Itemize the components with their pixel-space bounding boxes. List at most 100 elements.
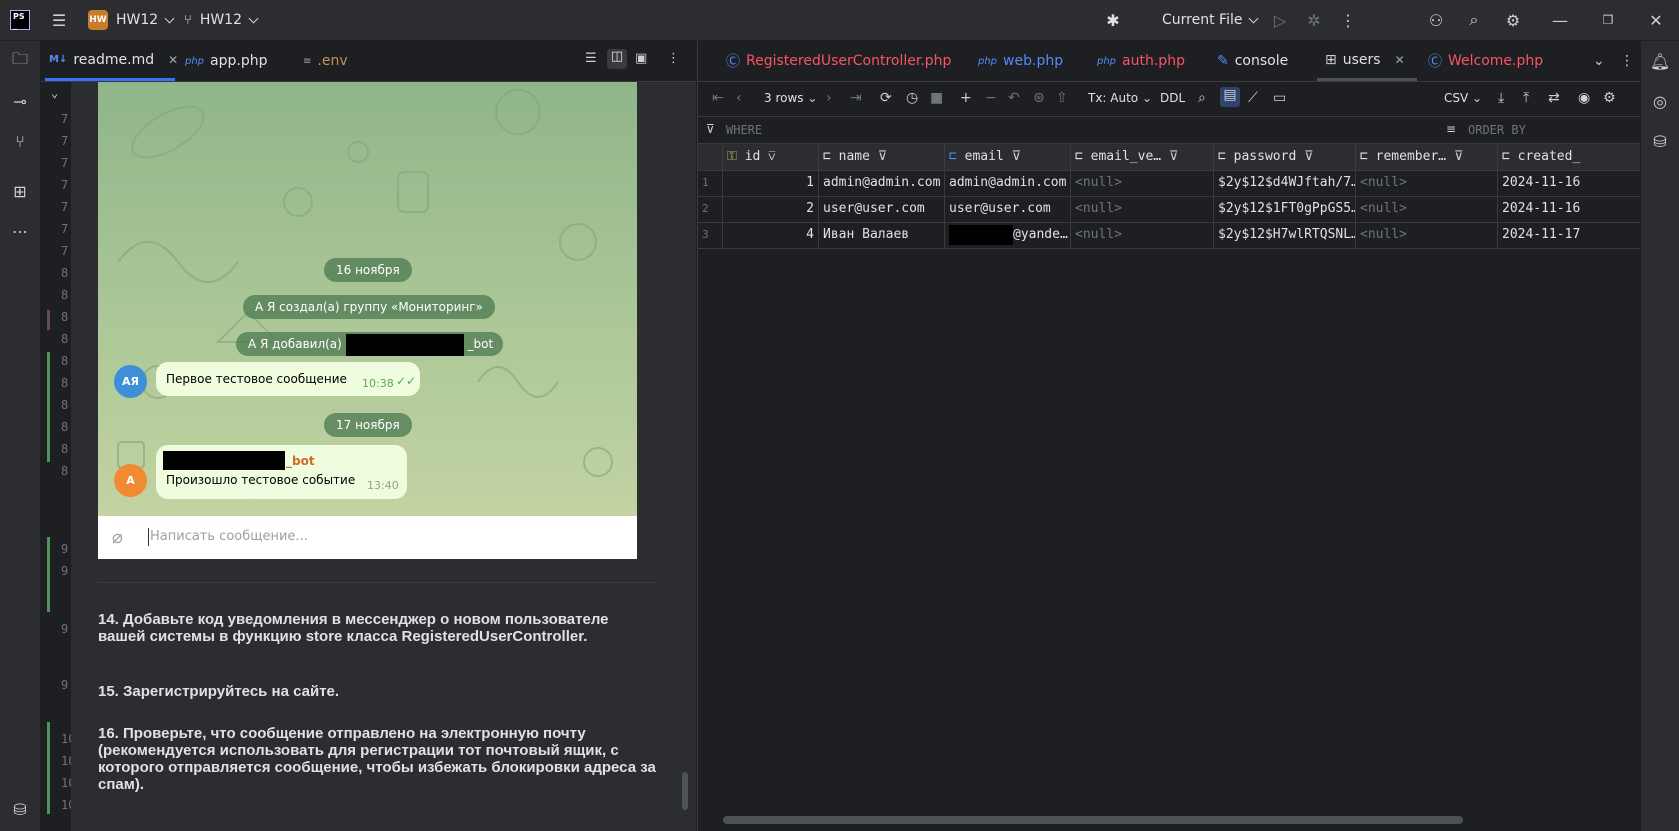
notifications-bell-icon[interactable]: 🔔︎ [1648, 49, 1672, 73]
cell-remember[interactable]: <null> [1356, 196, 1498, 222]
cell-email-verified[interactable]: <null> [1071, 196, 1214, 222]
cell-name[interactable]: user@user.com [819, 196, 945, 222]
avatar[interactable]: А [114, 464, 147, 497]
next-page-icon[interactable]: › [826, 90, 832, 106]
column-header-created[interactable]: ⊏ created_ [1498, 144, 1640, 170]
horizontal-scrollbar[interactable] [723, 816, 1463, 824]
cell-id[interactable]: 1 [723, 170, 819, 196]
editor-only-icon[interactable]: ☰ [585, 51, 597, 66]
tab-auth-php[interactable]: php auth.php [1097, 41, 1185, 81]
table-row[interactable]: 1 1 admin@admin.com admin@admin.com <nul… [698, 170, 1640, 197]
filter-icon[interactable]: ⊽ [1012, 149, 1022, 164]
cell-remember[interactable]: <null> [1356, 222, 1498, 248]
message-bubble[interactable]: Первое тестовое сообщение 10:38 ✓✓ [156, 362, 420, 396]
column-header-email-verified[interactable]: ⊏ email_ve… ⊽ [1071, 144, 1214, 170]
column-header-password[interactable]: ⊏ password ⊽ [1214, 144, 1356, 170]
column-header-email[interactable]: ⊏ email ⊽ [945, 144, 1071, 170]
remove-row-icon[interactable]: − [985, 90, 997, 106]
cell-created[interactable]: 2024-11-17 [1498, 222, 1640, 248]
database-icon[interactable]: ⛁ [1648, 129, 1672, 153]
cell-name[interactable]: admin@admin.com [819, 170, 945, 196]
ddl-button[interactable]: DDL [1160, 91, 1185, 105]
split-view-icon[interactable]: ◫ [607, 49, 627, 69]
restore-icon[interactable]: ❐ [1596, 8, 1620, 32]
order-by-input[interactable]: ORDER BY [1468, 123, 1526, 137]
last-page-icon[interactable]: ⇥ [850, 90, 862, 106]
close-tab-icon[interactable]: ✕ [1395, 53, 1405, 67]
avatar[interactable]: АЯ [114, 365, 147, 398]
search-icon[interactable]: ⌕ [1198, 90, 1206, 106]
branch-selector[interactable]: ⑂ HW12 [184, 0, 259, 40]
more-tools-icon[interactable]: ⋯ [8, 219, 32, 243]
chart-icon[interactable]: ⟋ [1248, 90, 1258, 106]
message-bubble[interactable]: _bot Произошло тестовое событие 13:40 [156, 445, 407, 499]
structure-icon[interactable]: ⊞ [8, 179, 32, 203]
query-icon[interactable]: ▭ [1273, 90, 1286, 106]
fold-chevron-icon[interactable]: ⌄ [51, 86, 61, 100]
cell-id[interactable]: 2 [723, 196, 819, 222]
view-eye-icon[interactable]: ◉ [1578, 90, 1590, 106]
cell-email-verified[interactable]: <null> [1071, 170, 1214, 196]
filter-icon[interactable]: ⊽ [1454, 149, 1464, 164]
tab-console[interactable]: ✎ console [1217, 41, 1288, 81]
search-icon[interactable]: ⌕ [1462, 8, 1486, 32]
grid-view-icon[interactable]: ▤ [1220, 87, 1240, 107]
stop-icon[interactable]: ■ [930, 90, 943, 106]
column-header-id[interactable]: ⚿ id ⊽ [723, 144, 819, 170]
tx-mode-selector[interactable]: Tx: Auto ⌄ [1088, 91, 1152, 105]
run-icon[interactable]: ▷ [1268, 8, 1292, 32]
refresh-icon[interactable]: ⟳ [880, 90, 892, 106]
tab-welcome-php[interactable]: Ⓒ Welcome.php [1428, 41, 1543, 81]
first-page-icon[interactable]: ⇤ [712, 90, 724, 106]
export-format-selector[interactable]: CSV ⌄ [1444, 91, 1482, 105]
ai-assistant-icon[interactable]: ◎ [1648, 89, 1672, 113]
export-icon[interactable]: ⤒ [1523, 90, 1529, 106]
row-count-selector[interactable]: 3 rows ⌄ [764, 91, 817, 105]
database-icon[interactable]: ⛁ [8, 797, 32, 821]
vertical-scrollbar[interactable] [682, 772, 688, 810]
pull-requests-icon[interactable]: ⑂ [8, 129, 32, 153]
cell-password[interactable]: $2y$12$d4WJftah/7… [1214, 170, 1356, 196]
attach-paperclip-icon[interactable]: ⌀ [112, 527, 123, 548]
add-row-icon[interactable]: + [960, 90, 972, 106]
project-selector[interactable]: HW HW12 [88, 0, 175, 40]
main-menu-icon[interactable]: ☰ [47, 8, 71, 32]
column-header-name[interactable]: ⊏ name ⊽ [819, 144, 945, 170]
run-config-selector[interactable]: Current File [1162, 0, 1259, 40]
commit-icon[interactable]: ⊸ [8, 89, 32, 113]
filter-icon[interactable]: ⊽ [1304, 149, 1314, 164]
cell-email[interactable]: admin@admin.com [945, 170, 1071, 196]
tab-web-php[interactable]: php web.php [978, 41, 1063, 81]
download-icon[interactable]: ⤓ [1498, 90, 1504, 106]
where-filter-input[interactable]: WHERE [726, 123, 762, 137]
cell-created[interactable]: 2024-11-16 [1498, 196, 1640, 222]
filter-icon[interactable]: ⊽ [1169, 149, 1179, 164]
tab-readme[interactable]: M↓ readme.md ✕ [45, 41, 178, 81]
table-row[interactable]: 3 4 Иван Валаев @yande… <null> $2y$12$H7… [698, 222, 1640, 249]
compare-icon[interactable]: ⇄ [1548, 90, 1560, 106]
filter-icon[interactable]: ⊽ [768, 149, 775, 164]
cell-created[interactable]: 2024-11-16 [1498, 170, 1640, 196]
project-folder-icon[interactable]: 🗀 [8, 49, 32, 73]
history-clock-icon[interactable]: ◷ [906, 90, 918, 106]
settings-gear-icon[interactable]: ⚙ [1501, 8, 1525, 32]
column-header-remember[interactable]: ⊏ remember… ⊽ [1356, 144, 1498, 170]
more-vertical-icon[interactable]: ⋮ [1620, 41, 1634, 81]
cell-password[interactable]: $2y$12$H7wlRTQSNL… [1214, 222, 1356, 248]
minimize-icon[interactable]: — [1548, 8, 1572, 32]
more-vertical-icon[interactable]: ⋮ [667, 51, 680, 66]
cell-email[interactable]: user@user.com [945, 196, 1071, 222]
filter-icon[interactable]: ⊽ [878, 149, 888, 164]
tab-app-php[interactable]: php app.php [185, 41, 268, 81]
tab-env[interactable]: ≡ .env [303, 41, 348, 81]
table-row[interactable]: 2 2 user@user.com user@user.com <null> $… [698, 196, 1640, 223]
phpstorm-logo-icon[interactable]: PS _ [10, 10, 30, 30]
settings-gear-icon[interactable]: ⚙ [1603, 90, 1616, 106]
debug-icon[interactable]: ✲ [1302, 8, 1326, 32]
cell-remember[interactable]: <null> [1356, 170, 1498, 196]
submit-icon[interactable]: ⊛ [1033, 90, 1045, 106]
cell-name[interactable]: Иван Валаев [819, 222, 945, 248]
add-user-icon[interactable]: ⚇ [1424, 8, 1448, 32]
tabs-dropdown-icon[interactable]: ⌄ [1593, 41, 1605, 81]
revert-icon[interactable]: ↶ [1008, 90, 1020, 106]
